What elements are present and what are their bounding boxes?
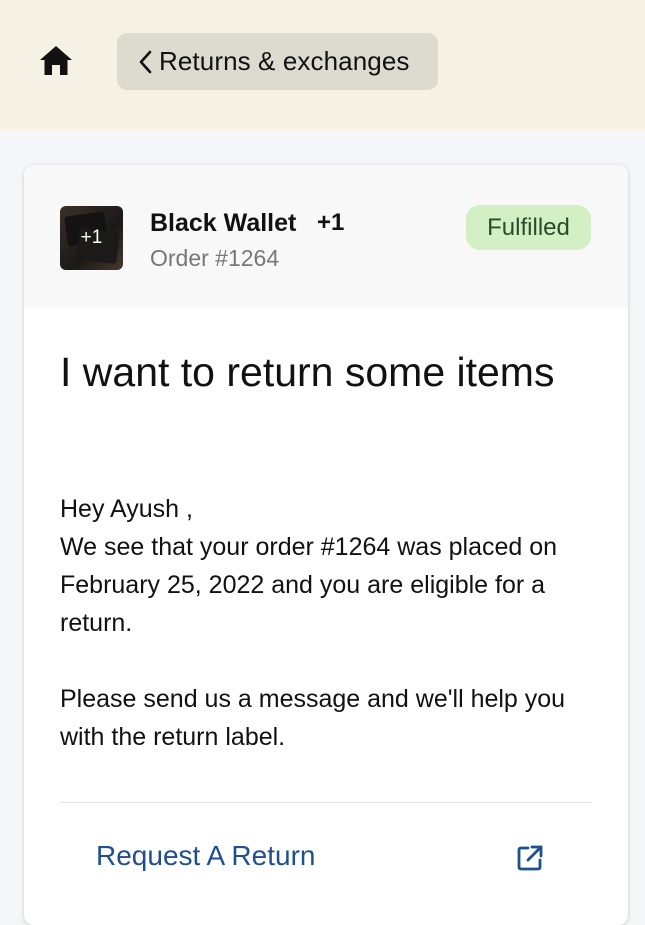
product-thumbnail: +1 <box>60 206 123 270</box>
back-button-label: Returns & exchanges <box>159 46 410 76</box>
card-title: I want to return some items <box>60 349 555 395</box>
return-card: +1 Black Wallet +1 Order #1264 Fulfilled… <box>24 165 628 925</box>
status-badge: Fulfilled <box>466 205 591 250</box>
external-link-icon <box>515 843 545 873</box>
back-button[interactable]: Returns & exchanges <box>117 33 438 90</box>
extra-items-count: +1 <box>317 209 345 236</box>
request-return-label: Request A Return <box>96 840 316 871</box>
order-summary: +1 Black Wallet +1 Order #1264 Fulfilled <box>24 165 628 308</box>
product-name: Black Wallet <box>150 209 297 237</box>
help-text: Please send us a message and we'll help … <box>60 685 566 751</box>
home-button[interactable] <box>36 44 76 80</box>
greeting-text: Hey Ayush , <box>60 495 193 523</box>
top-bar: Returns & exchanges <box>0 0 645 129</box>
home-icon <box>38 44 74 81</box>
eligibility-text: We see that your order #1264 was placed … <box>60 533 558 637</box>
order-number: Order #1264 <box>150 245 280 271</box>
thumbnail-overlay-count: +1 <box>60 206 123 270</box>
card-message: Hey Ayush , We see that your order #1264… <box>60 490 600 756</box>
chevron-left-icon <box>135 49 155 75</box>
request-return-button[interactable]: Request A Return <box>60 803 592 913</box>
